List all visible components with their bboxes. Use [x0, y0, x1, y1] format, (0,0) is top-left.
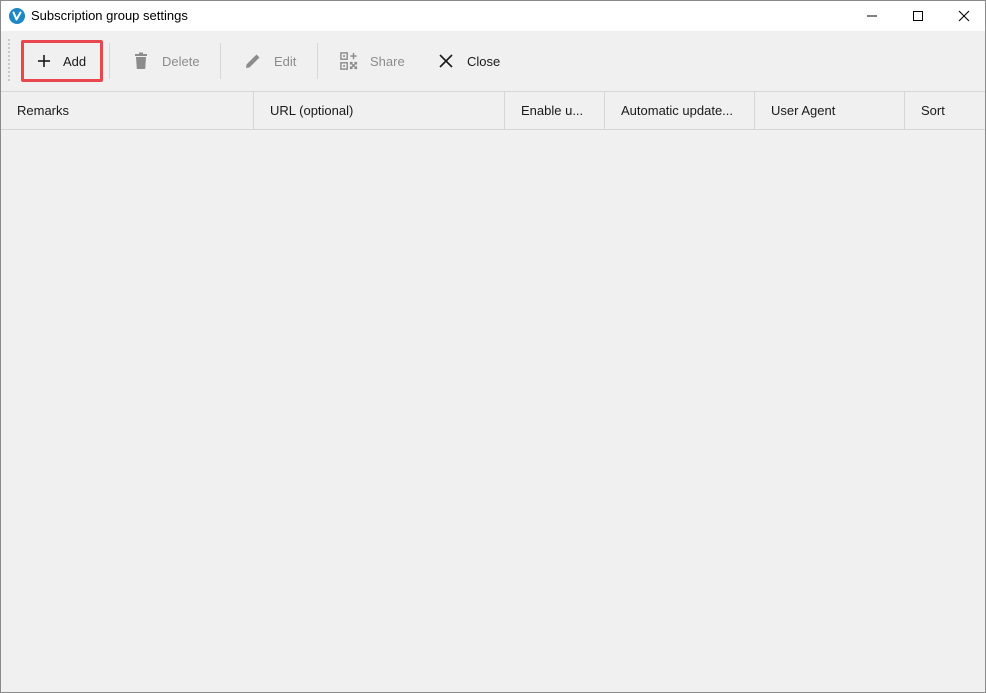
toolbar-grip[interactable]	[8, 39, 10, 83]
pencil-icon	[244, 52, 262, 70]
subscription-grid[interactable]: Remarks URL (optional) Enable u... Autom…	[1, 92, 985, 692]
close-button[interactable]: Close	[437, 42, 500, 80]
column-header-user-agent[interactable]: User Agent	[755, 92, 905, 129]
close-label: Close	[467, 53, 501, 69]
grid-body[interactable]	[1, 130, 985, 692]
share-label: Share	[370, 53, 405, 69]
edit-button[interactable]: Edit	[244, 42, 296, 80]
grid-header: Remarks URL (optional) Enable u... Autom…	[1, 92, 985, 130]
add-label: Add	[63, 53, 87, 69]
maximize-button[interactable]	[895, 1, 941, 31]
share-button[interactable]: Share	[340, 42, 405, 80]
add-button[interactable]: Add	[21, 40, 103, 82]
delete-button[interactable]: Delete	[132, 42, 200, 80]
plus-icon	[35, 52, 53, 70]
trash-icon	[132, 52, 150, 70]
delete-label: Delete	[162, 53, 200, 69]
minimize-button[interactable]	[849, 1, 895, 31]
toolbar-separator	[109, 43, 110, 79]
app-logo-icon	[9, 8, 25, 24]
qr-code-icon	[340, 52, 358, 70]
column-header-url[interactable]: URL (optional)	[254, 92, 505, 129]
column-header-remarks[interactable]: Remarks	[1, 92, 254, 129]
column-header-enable-update[interactable]: Enable u...	[505, 92, 605, 129]
edit-label: Edit	[274, 53, 297, 69]
close-window-button[interactable]	[941, 1, 985, 31]
subscription-settings-window: Subscription group settings Add Delete E…	[0, 0, 986, 693]
toolbar: Add Delete Edit Share Close	[1, 31, 985, 92]
maximize-icon	[913, 11, 923, 21]
toolbar-separator	[220, 43, 221, 79]
column-header-automatic-update[interactable]: Automatic update...	[605, 92, 755, 129]
close-icon	[958, 10, 970, 22]
x-icon	[437, 52, 455, 70]
toolbar-separator	[317, 43, 318, 79]
minimize-icon	[867, 15, 877, 17]
window-title: Subscription group settings	[31, 8, 188, 23]
column-header-sort[interactable]: Sort	[905, 92, 985, 129]
title-bar[interactable]: Subscription group settings	[1, 1, 985, 31]
